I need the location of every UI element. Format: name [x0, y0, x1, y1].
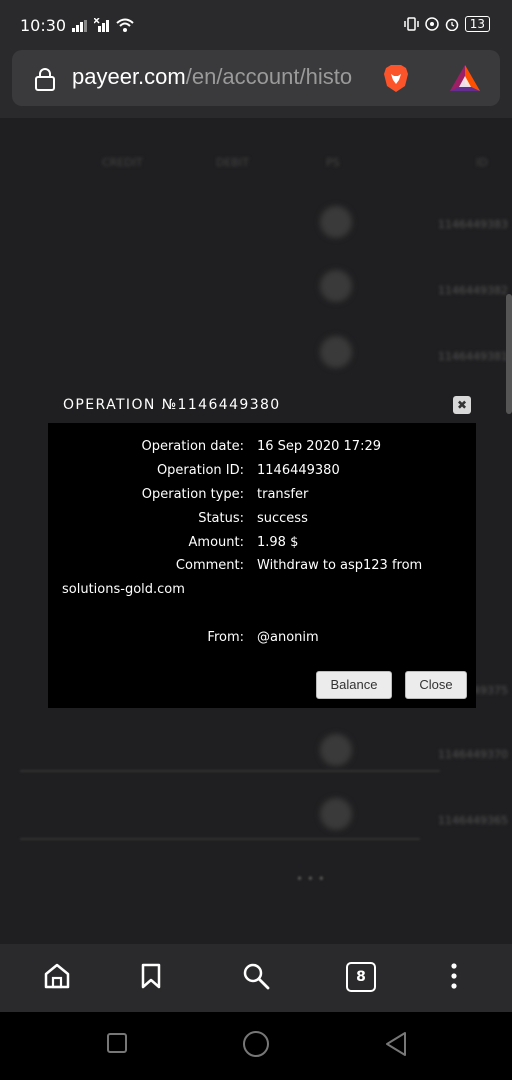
- column-header: PS: [326, 156, 340, 169]
- browser-address-area: payeer.com/en/account/histo: [0, 48, 512, 118]
- ps-logo: [320, 798, 352, 830]
- detail-label: Comment:: [175, 558, 244, 573]
- detail-label: From:: [207, 630, 244, 645]
- detail-value: 1.98 $: [257, 535, 299, 550]
- alarm-icon: [445, 18, 458, 31]
- address-bar[interactable]: payeer.com/en/account/histo: [12, 50, 500, 106]
- menu-icon[interactable]: [449, 962, 459, 990]
- status-bar: 10:30 13: [0, 0, 512, 48]
- ps-logo: [320, 734, 352, 766]
- url-path: /en/account/histo: [185, 64, 353, 89]
- wifi-icon: [116, 18, 134, 32]
- operation-id: 1146449365: [438, 814, 508, 827]
- scrollbar[interactable]: [506, 294, 512, 414]
- operation-id: 1146449370: [438, 748, 508, 761]
- url-host: payeer.com: [72, 64, 186, 89]
- divider: [20, 770, 440, 772]
- balance-button[interactable]: Balance: [316, 671, 392, 699]
- back-icon[interactable]: [384, 1031, 408, 1057]
- tabs-button[interactable]: 8: [346, 962, 376, 992]
- modal-body: Operation date: 16 Sep 2020 17:29 Operat…: [48, 423, 476, 708]
- column-header: CREDIT: [102, 156, 143, 169]
- close-button[interactable]: Close: [405, 671, 467, 699]
- system-nav-bar: [0, 1012, 512, 1080]
- modal-title: OPERATION №1146449380: [63, 397, 281, 413]
- operation-id: 1146449382: [438, 284, 508, 297]
- comment-continuation: solutions-gold.com: [62, 582, 185, 597]
- detail-label: Status:: [198, 511, 244, 526]
- vibrate-icon: [403, 17, 419, 31]
- detail-label: Operation ID:: [156, 463, 244, 478]
- operation-id: 1146449383: [438, 218, 508, 231]
- detail-label: Amount:: [188, 535, 244, 550]
- brave-shields-icon[interactable]: [380, 62, 412, 94]
- ps-logo: [320, 270, 352, 302]
- operation-id: 1146449381: [438, 350, 508, 363]
- detail-value: 1146449380: [257, 463, 340, 478]
- detail-value: success: [257, 511, 308, 526]
- column-header: DEBIT: [216, 156, 249, 169]
- ps-logo: [320, 206, 352, 238]
- divider: [20, 838, 420, 840]
- home-nav-icon[interactable]: [242, 1030, 270, 1058]
- ps-logo: [320, 336, 352, 368]
- signal-icon: [72, 20, 87, 32]
- signal-x-icon: [94, 18, 109, 32]
- url-text[interactable]: payeer.com/en/account/histo: [72, 64, 380, 90]
- detail-value: @anonim: [257, 630, 319, 645]
- data-saver-icon: [424, 17, 439, 31]
- home-icon[interactable]: [43, 962, 71, 990]
- lock-icon[interactable]: [34, 67, 56, 91]
- detail-value: 16 Sep 2020 17:29: [257, 439, 381, 454]
- bookmark-icon[interactable]: [139, 962, 163, 990]
- status-time: 10:30: [20, 16, 67, 35]
- browser-toolbar: 8: [0, 944, 512, 1012]
- detail-value: Withdraw to asp123 from: [257, 558, 423, 573]
- modal-close-icon[interactable]: ✖: [453, 396, 471, 414]
- search-icon[interactable]: [242, 962, 270, 990]
- recents-icon[interactable]: [106, 1032, 128, 1054]
- detail-label: Operation type:: [141, 487, 244, 502]
- battery-indicator: 13: [464, 16, 490, 32]
- detail-value: transfer: [257, 487, 309, 502]
- bat-rewards-icon[interactable]: [448, 62, 482, 94]
- column-header: ID: [476, 156, 488, 169]
- detail-label: Operation date:: [141, 439, 244, 454]
- pagination-dots: • • •: [296, 872, 325, 886]
